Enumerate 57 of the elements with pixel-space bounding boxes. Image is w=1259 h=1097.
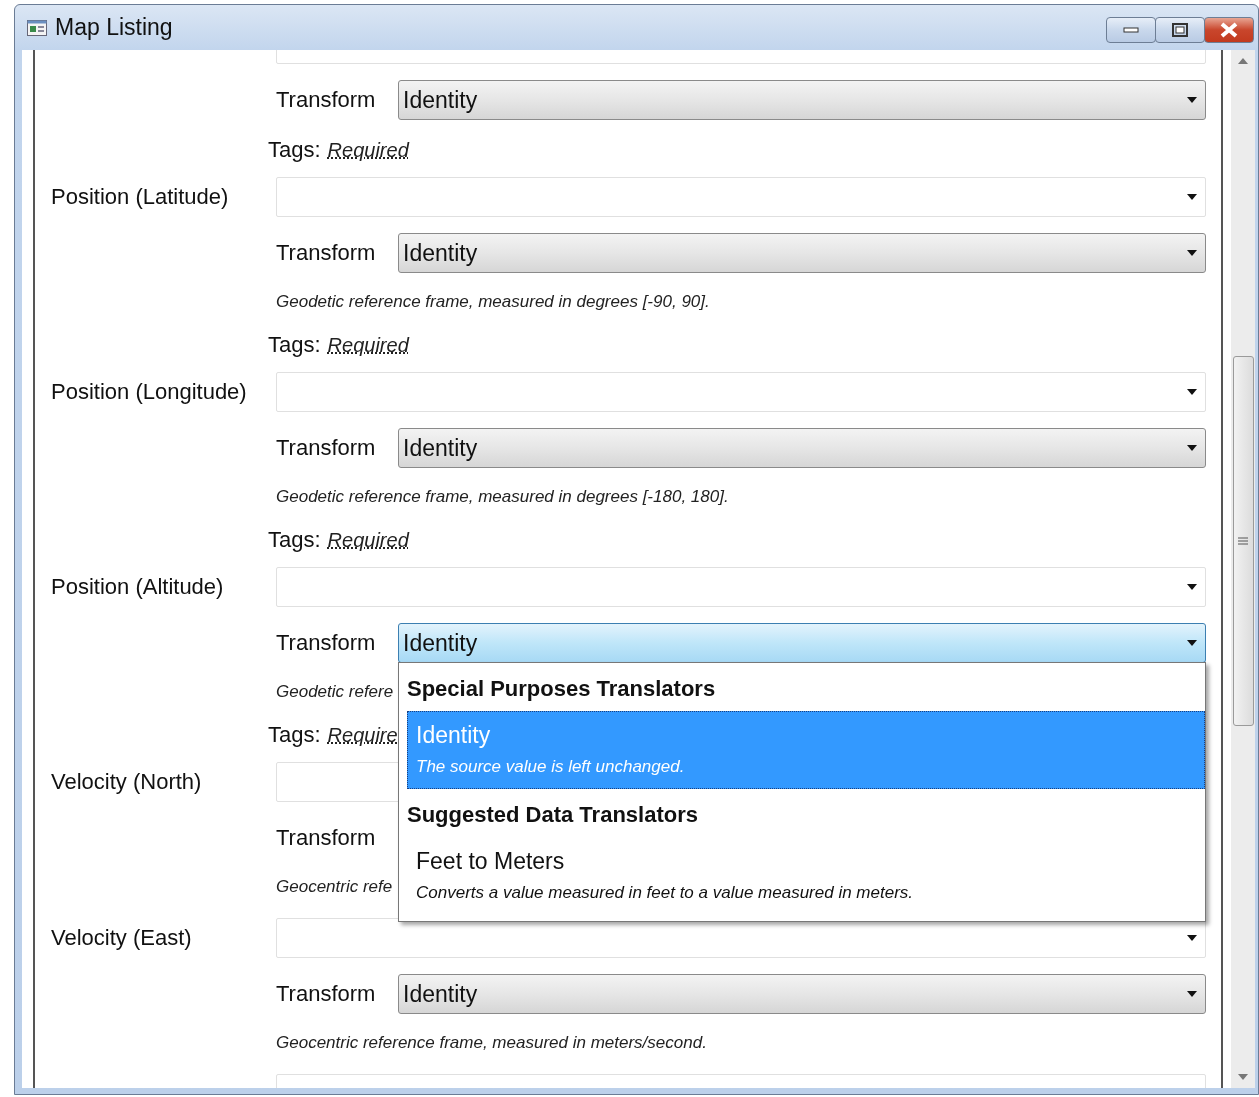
dropdown-arrow-icon [1187, 97, 1197, 103]
tags-label: Tags: [268, 722, 321, 748]
description-text: Geocentric reference frame, measured in meters/second. [276, 1033, 707, 1053]
dropdown-arrow-icon [1187, 991, 1197, 997]
transform-label: Transform [276, 825, 377, 851]
field-label: Velocity (North) [51, 769, 203, 795]
tags-link[interactable]: Required [327, 138, 409, 162]
transform-label: Transform [276, 240, 377, 266]
dropdown-arrow-icon [1187, 445, 1197, 451]
window-title: Map Listing [55, 14, 174, 41]
transform-select[interactable]: Identity [398, 233, 1206, 273]
close-button[interactable] [1204, 17, 1254, 43]
dropdown-arrow-icon [1187, 935, 1197, 941]
transform-select[interactable]: Identity [398, 974, 1206, 1014]
dropdown-arrow-icon [1187, 194, 1197, 200]
tags-label: Tags: [268, 332, 321, 358]
description-text: Geocentric refe [276, 877, 393, 897]
transform-label: Transform [276, 435, 377, 461]
description-text: Geodetic refere [276, 682, 394, 702]
scrollbar-thumb[interactable] [1232, 356, 1254, 726]
field-label: Velocity (East) [51, 925, 193, 951]
close-icon [1219, 22, 1239, 38]
transform-select[interactable]: Identity [398, 80, 1206, 120]
tags-label: Tags: [268, 137, 321, 163]
field-label: Position (Latitude) [51, 184, 230, 210]
grip-icon [1238, 537, 1248, 545]
option-name: Identity [416, 722, 492, 749]
group-heading: Suggested Data Translators [407, 804, 698, 826]
scroll-up-icon[interactable] [1238, 58, 1248, 64]
value-select[interactable] [276, 918, 1206, 958]
field-label: Position (Longitude) [51, 379, 248, 405]
tags-label: Tags: [268, 527, 321, 553]
option-description: Converts a value measured in feet to a value measured in meters. [416, 883, 915, 903]
transform-label: Transform [276, 87, 377, 113]
field-label: Position (Altitude) [51, 574, 225, 600]
description-text: Geodetic reference frame, measured in degrees [-180, 180]. [276, 487, 729, 507]
transform-select[interactable]: Identity [398, 428, 1206, 468]
maximize-button[interactable] [1155, 17, 1205, 43]
scroll-down-icon[interactable] [1238, 1074, 1248, 1080]
app-icon [27, 19, 47, 36]
maximize-icon [1172, 23, 1188, 37]
option-description: The source value is left unchanged. [416, 757, 686, 777]
group-heading: Special Purposes Translators [407, 678, 716, 700]
dropdown-arrow-icon [1187, 640, 1197, 646]
dropdown-arrow-icon [1187, 389, 1197, 395]
tags-link[interactable]: Required [327, 333, 409, 357]
dropdown-arrow-icon [1187, 584, 1197, 590]
minimize-icon [1123, 27, 1139, 33]
minimize-button[interactable] [1106, 17, 1156, 43]
tags-link[interactable]: Required [327, 528, 409, 552]
dropdown-arrow-icon [1187, 250, 1197, 256]
transform-label: Transform [276, 630, 377, 656]
description-text: Geodetic reference frame, measured in degrees [-90, 90]. [276, 292, 710, 312]
scrollbar[interactable] [1231, 50, 1255, 1088]
transform-label: Transform [276, 981, 377, 1007]
option-name: Feet to Meters [416, 848, 566, 875]
tags-link[interactable]: Require [327, 723, 398, 747]
